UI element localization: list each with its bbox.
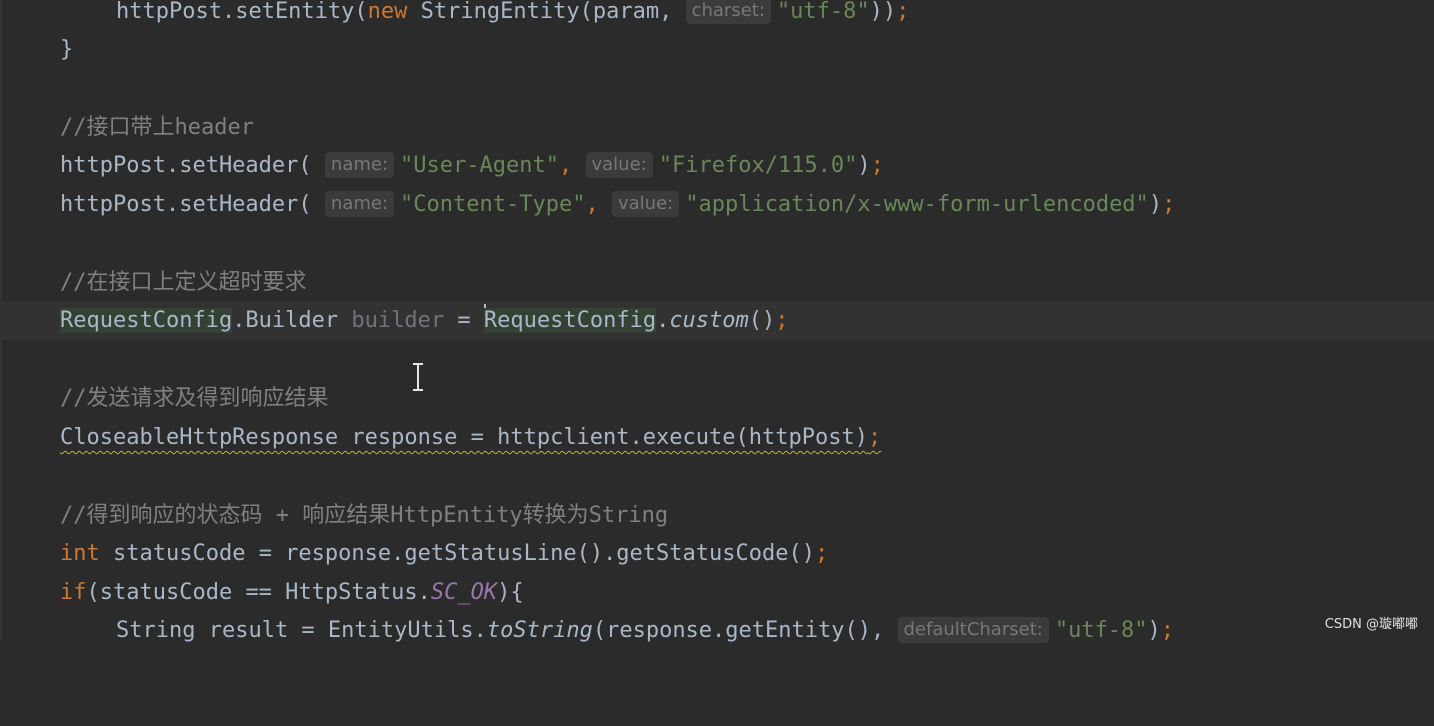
code-line-execute[interactable]: CloseableHttpResponse response = httpcli… [0,419,1434,457]
code-comment-header[interactable]: //接口带上header [0,109,1434,147]
highlighted-symbol: RequestConfig [60,308,233,333]
code-line-set-header-user-agent[interactable]: httpPost.setHeader( name: "User-Agent", v… [0,147,1434,185]
code-line-request-config-current[interactable]: RequestConfig.Builder builder = RequestC… [0,302,1434,340]
param-hint-name: name: [324,152,395,178]
text-ibeam-cursor-icon [413,363,423,391]
code-line-set-entity[interactable]: httpPost.setEntity(new StringEntity(para… [0,0,1434,31]
param-hint-name: name: [324,191,395,217]
code-comment-status[interactable]: //得到响应的状态码 + 响应结果HttpEntity转换为String [0,497,1434,535]
warning-underline: CloseableHttpResponse response = httpcli… [60,425,882,450]
code-comment-send-request[interactable]: //发送请求及得到响应结果 [0,380,1434,418]
param-hint-default-charset: defaultCharset: [897,617,1049,643]
code-editor[interactable]: httpPost.setEntity(new StringEntity(para… [0,0,1434,643]
code-comment-timeout[interactable]: //在接口上定义超时要求 [0,264,1434,302]
param-hint-value: value: [585,152,653,178]
code-line-close-brace[interactable]: } [0,31,1434,69]
code-line-set-header-content-type[interactable]: httpPost.setHeader( name: "Content-Type",… [0,186,1434,224]
code-line-status-code[interactable]: int statusCode = response.getStatusLine(… [0,535,1434,573]
code-line-if-status[interactable]: if(statusCode == HttpStatus.SC_OK){ [0,574,1434,612]
param-hint-value: value: [611,191,680,217]
highlighted-symbol: RequestConfig [483,308,657,333]
param-hint-charset: charset: [685,0,771,24]
watermark: CSDN @璇嘟嘟 [1324,617,1418,632]
code-line-entity-to-string[interactable]: String result = EntityUtils.toString(res… [0,612,1434,650]
